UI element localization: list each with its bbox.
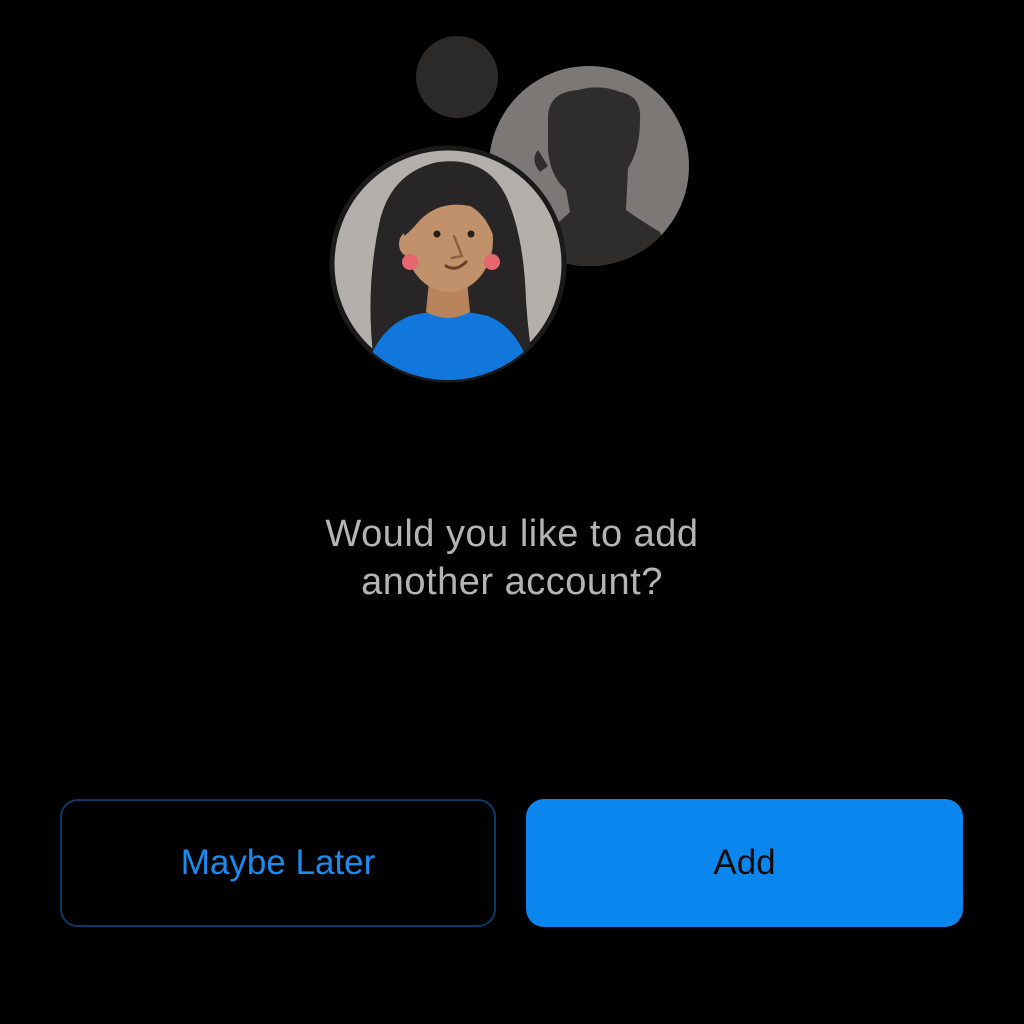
small-dot-icon <box>416 36 498 118</box>
accounts-illustration <box>320 28 704 392</box>
woman-avatar-icon <box>329 145 567 383</box>
add-label: Add <box>713 843 776 882</box>
maybe-later-button[interactable]: Maybe Later <box>60 799 496 927</box>
prompt-line-2: another account? <box>361 561 663 603</box>
add-button[interactable]: Add <box>526 799 963 927</box>
add-account-prompt: Would you like to add another account? <box>112 510 912 606</box>
maybe-later-label: Maybe Later <box>180 843 376 882</box>
prompt-line-1: Would you like to add <box>325 513 699 555</box>
